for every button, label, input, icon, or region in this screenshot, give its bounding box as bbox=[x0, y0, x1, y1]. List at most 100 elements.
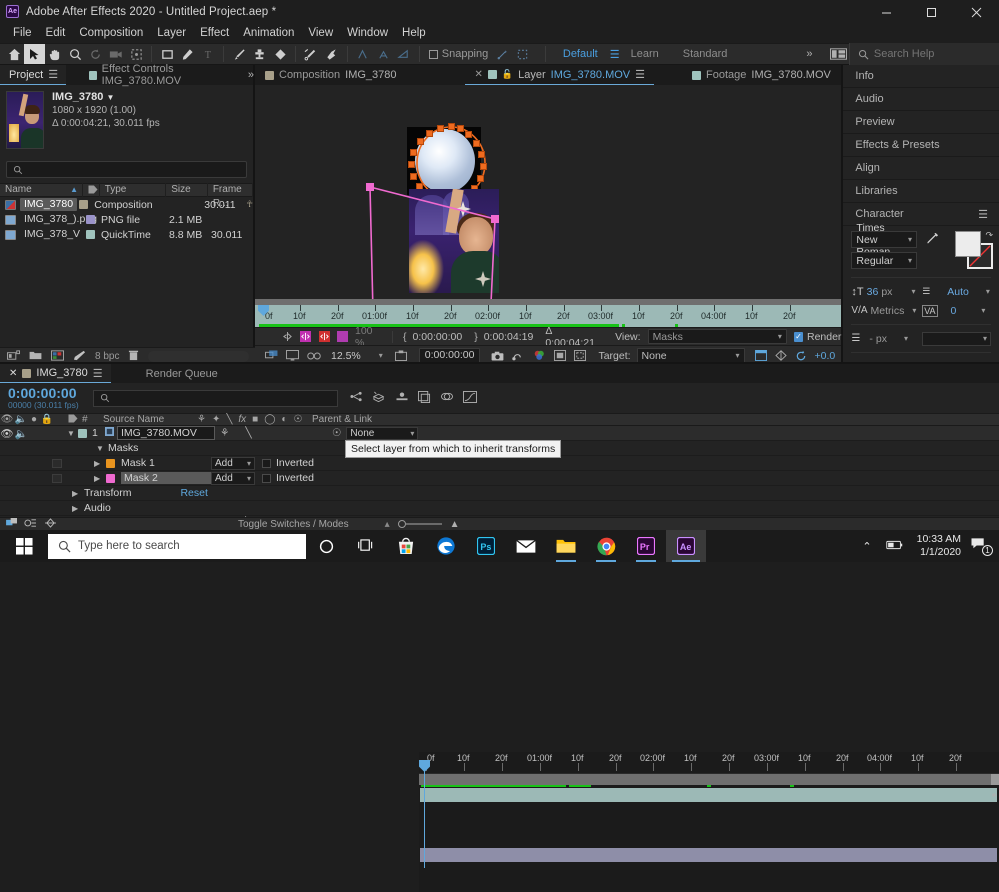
align-center-icon[interactable] bbox=[373, 44, 393, 64]
out-point-icon[interactable]: } bbox=[474, 331, 478, 343]
timeline-search-box[interactable] bbox=[93, 390, 338, 407]
close-tab-icon[interactable]: ✕ bbox=[9, 368, 17, 379]
kerning-value[interactable]: Metrics bbox=[871, 305, 905, 317]
tab-project[interactable]: Project ☰ bbox=[0, 65, 66, 85]
motion-blur-icon[interactable] bbox=[440, 391, 454, 405]
font-size-value[interactable]: 36 bbox=[867, 286, 879, 298]
panel-effects-presets[interactable]: Effects & Presets bbox=[843, 134, 999, 157]
list-item[interactable]: ▶ Mask 2 Add ▾ Inverted bbox=[0, 471, 999, 486]
selection-tool-icon[interactable] bbox=[24, 44, 44, 64]
action-center-icon[interactable]: 1 bbox=[969, 537, 995, 555]
eyedropper-icon[interactable] bbox=[923, 231, 941, 273]
project-panel-menu-icon[interactable]: ☰ bbox=[48, 68, 57, 81]
menu-item-animation[interactable]: Animation bbox=[236, 24, 301, 43]
zoom-out-icon[interactable]: ▴ bbox=[385, 519, 390, 530]
timeline-track-area[interactable]: 0f 10f 20f 01:00f 10f 20f 02:00f 10f 20f… bbox=[419, 752, 999, 892]
parent-pickwhip-icon[interactable]: ☉ bbox=[332, 427, 341, 439]
transform-reset-button[interactable]: Reset bbox=[180, 487, 207, 499]
clone-stamp-tool-icon[interactable] bbox=[250, 44, 270, 64]
mask-1-mode-select[interactable]: Add ▾ bbox=[211, 457, 255, 470]
battery-icon[interactable] bbox=[880, 540, 909, 553]
column-header-size[interactable]: Size bbox=[166, 183, 208, 197]
menu-item-file[interactable]: File bbox=[6, 24, 39, 43]
fill-color-swatch[interactable] bbox=[955, 231, 981, 257]
eraser-tool-icon[interactable] bbox=[270, 44, 290, 64]
maximize-icon[interactable] bbox=[909, 0, 954, 24]
brush-tool-icon[interactable] bbox=[229, 44, 249, 64]
start-button[interactable] bbox=[0, 530, 48, 562]
toggle-switches-modes-icon[interactable] bbox=[24, 518, 38, 531]
3d-layer-icon[interactable]: ☉ bbox=[293, 414, 302, 425]
lock-icon[interactable]: 🔒 bbox=[40, 414, 54, 425]
column-header-name[interactable]: Name bbox=[5, 183, 32, 197]
mask-mode-red-icon[interactable] bbox=[315, 329, 334, 345]
mask-mode-magenta-icon[interactable] bbox=[296, 329, 315, 345]
toggle-switches-modes-label[interactable]: Toggle Switches / Modes bbox=[238, 519, 349, 530]
view-select[interactable]: Masks ▾ bbox=[648, 329, 787, 344]
edge-browser-icon[interactable] bbox=[426, 530, 466, 562]
table-row[interactable]: IMG_378_V QuickTime 8.8 MB 30.011 bbox=[0, 227, 253, 242]
stroke-width-value[interactable]: - bbox=[869, 333, 873, 345]
tab-timeline-comp[interactable]: ✕ IMG_3780 ☰ bbox=[0, 364, 111, 383]
menu-item-effect[interactable]: Effect bbox=[193, 24, 236, 43]
bit-depth-label[interactable]: 8 bpc bbox=[95, 351, 119, 362]
menu-item-help[interactable]: Help bbox=[395, 24, 433, 43]
menu-item-view[interactable]: View bbox=[301, 24, 340, 43]
project-footer-scroll-track[interactable] bbox=[148, 351, 249, 362]
chevron-down-icon[interactable]: ▾ bbox=[911, 287, 915, 296]
minimize-icon[interactable] bbox=[864, 0, 909, 24]
project-search-input[interactable] bbox=[27, 164, 231, 175]
panel-libraries[interactable]: Libraries bbox=[843, 180, 999, 203]
previous-frame-icon[interactable] bbox=[279, 329, 296, 345]
project-row-name[interactable]: IMG_3780 bbox=[20, 198, 77, 211]
tracking-value[interactable]: 0 bbox=[951, 305, 957, 317]
in-point-icon[interactable]: { bbox=[403, 331, 407, 343]
character-panel-menu-icon[interactable]: ☰ bbox=[978, 208, 987, 221]
timeline-search-input[interactable] bbox=[114, 393, 322, 404]
chrome-icon[interactable] bbox=[586, 530, 626, 562]
snapping-vertex-icon[interactable] bbox=[492, 44, 512, 64]
current-time-display[interactable]: 0:00:00:00 00000 (30.011 fps) bbox=[0, 386, 79, 410]
pen-tool-icon[interactable] bbox=[178, 44, 198, 64]
viewer-timecode[interactable]: 0:00:00:00 bbox=[419, 348, 481, 363]
font-style-select[interactable]: Regular ▾ bbox=[851, 252, 917, 269]
shy-icon[interactable]: ⚘ bbox=[197, 414, 206, 425]
timeline-playhead[interactable] bbox=[424, 762, 425, 868]
effects-icon[interactable]: fx bbox=[238, 414, 246, 425]
comp-mini-flowchart-icon[interactable] bbox=[6, 518, 18, 531]
tab-effect-controls[interactable]: Effect Controls IMG_3780.MOV bbox=[80, 65, 240, 85]
layer-time-ruler[interactable]: 0f 10f 20f 01:00f 10f 20f 02:00f 10f 20f… bbox=[255, 305, 841, 327]
home-icon[interactable] bbox=[4, 44, 24, 64]
mask-visibility-toggle[interactable] bbox=[52, 474, 62, 483]
menu-item-window[interactable]: Window bbox=[340, 24, 395, 43]
menu-item-edit[interactable]: Edit bbox=[39, 24, 73, 43]
project-row-name[interactable]: IMG_378_V bbox=[20, 228, 84, 241]
file-explorer-icon[interactable] bbox=[546, 530, 586, 562]
after-effects-icon[interactable]: Ae bbox=[666, 530, 706, 562]
table-row[interactable]: IMG_3780 Composition 30.011 ☥ bbox=[0, 197, 253, 212]
parent-select[interactable]: None ▾ bbox=[346, 427, 418, 440]
roto-brush-tool-icon[interactable] bbox=[301, 44, 321, 64]
workspace-editor-icon[interactable] bbox=[829, 44, 849, 64]
quality-icon[interactable]: ╲ bbox=[245, 427, 251, 439]
search-help-input[interactable] bbox=[874, 48, 994, 60]
exposure-value[interactable]: +0.0 bbox=[815, 350, 836, 362]
frame-blend-icon[interactable]: ■ bbox=[252, 414, 258, 425]
timeline-ruler[interactable]: 0f 10f 20f 01:00f 10f 20f 02:00f 10f 20f… bbox=[419, 752, 999, 774]
workspace-standard[interactable]: Standard bbox=[671, 48, 740, 60]
project-tabs-overflow-icon[interactable]: » bbox=[248, 69, 253, 81]
workspace-default[interactable]: Default bbox=[551, 48, 610, 60]
type-tool-icon[interactable]: T bbox=[198, 44, 218, 64]
snapping-checkbox[interactable] bbox=[429, 50, 438, 59]
table-row[interactable]: 👁 🔈 ▼ 1 IMG_3780.MOV ⚘ ╲ ☉ None ▾ bbox=[0, 426, 999, 441]
work-area-end-handle[interactable] bbox=[991, 774, 999, 785]
expand-transform-icon[interactable]: ▶ bbox=[72, 489, 84, 498]
panel-preview[interactable]: Preview bbox=[843, 111, 999, 134]
stroke-style-select[interactable]: ▾ bbox=[922, 332, 991, 346]
taskbar-search-box[interactable]: Type here to search bbox=[48, 534, 306, 559]
eye-icon[interactable]: 👁 bbox=[0, 414, 14, 425]
align-right-icon[interactable] bbox=[393, 44, 413, 64]
composition-mini-flowchart-icon[interactable] bbox=[350, 391, 363, 405]
graph-editor-icon[interactable] bbox=[463, 391, 477, 406]
column-header-index[interactable]: # bbox=[82, 414, 98, 425]
